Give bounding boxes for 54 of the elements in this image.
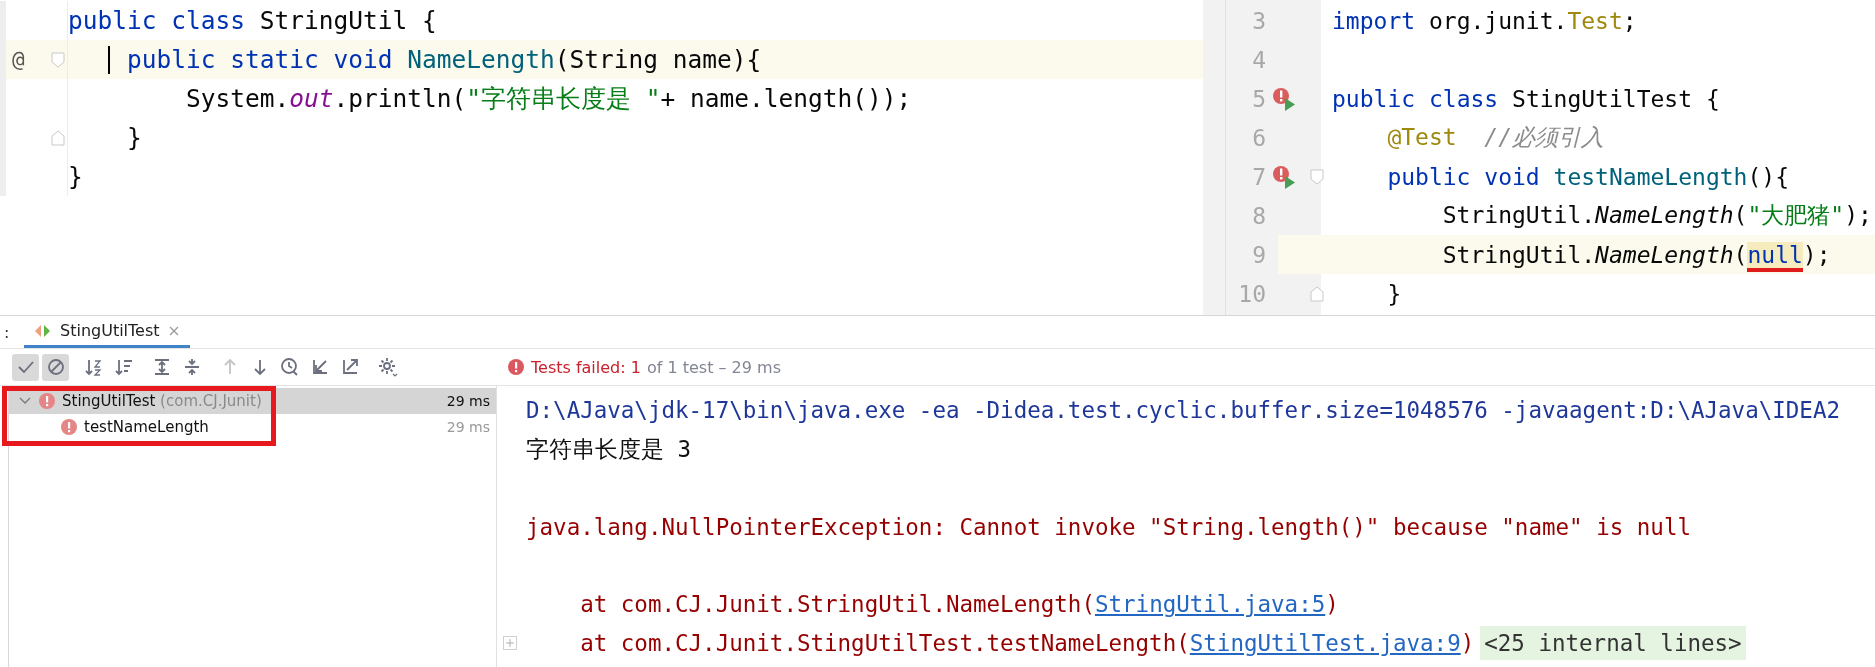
code-line: System.out.println("字符串长度是 "+ name.length()); <box>185 83 912 115</box>
stack-frame-text: at com.CJ.Junit.StringUtil.NameLength( <box>579 591 1095 618</box>
duration-text: 29 ms <box>446 419 490 435</box>
line-number: 7 <box>1251 163 1266 190</box>
tree-item[interactable]: testNameLength 29 ms <box>8 414 496 440</box>
test-name: testNameLength <box>84 418 209 436</box>
run-error-icon[interactable] <box>1272 86 1296 111</box>
code-editor[interactable]: 3 import org.junit.Test; 4 5 public class StingUtilTest { 6 @Test //必须引入 7 public void testNameLength(){ 8 StringUtil.NameLength("大肥猪"); 9 StringUtil.NameLength(null); 10 } <box>1226 0 1875 315</box>
run-tab[interactable]: StingUtilTest <box>24 316 190 348</box>
status-summary-text: of 1 test – 29 ms <box>646 357 781 377</box>
code-line: import org.junit.Test; <box>1332 7 1637 34</box>
code-editor[interactable]: public class StringUtil { @ public static void NameLength(String name){ System.out.println("字符串长度是 "+ name.length()); } } <box>0 0 1226 315</box>
line-number: 4 <box>1251 46 1266 73</box>
line-number: 10 <box>1237 280 1266 307</box>
console-line: 字符串长度是 3 <box>526 434 692 464</box>
stack-frame-text: ) <box>1460 630 1475 657</box>
line-number: 8 <box>1251 202 1266 229</box>
code-line: } <box>126 123 142 152</box>
fold-marker-icon[interactable] <box>1310 168 1324 185</box>
close-icon[interactable] <box>167 324 180 337</box>
run-error-icon[interactable] <box>1272 164 1296 189</box>
check-icon[interactable] <box>12 353 39 381</box>
stack-frame-text: at com.CJ.Junit.StingUtilTest.testNameLength( <box>579 630 1190 657</box>
code-line: } <box>68 162 83 191</box>
line-number: 5 <box>1251 85 1266 112</box>
fold-marker-icon[interactable] <box>51 129 65 146</box>
code-line: public void testNameLength(){ <box>1386 163 1789 190</box>
code-line: public static void NameLength(String name){ <box>126 45 762 74</box>
stack-frame-text: ) <box>1325 591 1339 618</box>
line-number: 6 <box>1251 124 1266 151</box>
scrollbar-track[interactable] <box>1203 0 1225 315</box>
code-line: public class StingUtilTest { <box>1332 85 1720 112</box>
source-link[interactable]: StingUtilTest.java:9 <box>1189 630 1461 657</box>
status-failed-text: Tests failed: 1 <box>531 357 641 377</box>
stop-icon[interactable] <box>42 353 69 381</box>
line-number: 9 <box>1251 241 1266 268</box>
test-name: StingUtilTest (com.CJ.Junit) <box>62 392 262 410</box>
code-line: } <box>1386 280 1402 307</box>
fold-marker-icon[interactable] <box>1310 285 1324 302</box>
console-line: java.lang.NullPointerException: Cannot invoke "String.length()" because "name" is null <box>526 513 1691 540</box>
line-number: 3 <box>1251 7 1266 34</box>
tool-window-label: : <box>3 322 11 342</box>
code-line: StringUtil.NameLength("大肥猪"); <box>1441 201 1872 230</box>
console-line: D:\AJava\jdk-17\bin\java.exe -ea -Didea.test.cyclic.buffer.size=1048576 -javaagent:D:\AJava\IDEA2 <box>526 397 1840 424</box>
tree-item[interactable]: StingUtilTest (com.CJ.Junit) 29 ms <box>8 388 496 414</box>
test-class-icon <box>34 322 52 339</box>
folded-lines-label[interactable]: <25 internal lines> <box>1480 626 1746 661</box>
duration-text: 29 ms <box>446 393 490 409</box>
code-line: public class StringUtil { <box>68 6 437 35</box>
error-icon <box>507 358 525 376</box>
code-line: @Test //必须引入 <box>1386 123 1604 152</box>
source-link[interactable]: StringUtil.java:5 <box>1094 591 1326 618</box>
override-marker[interactable]: @ <box>12 47 34 72</box>
fold-marker-icon[interactable] <box>51 51 65 68</box>
